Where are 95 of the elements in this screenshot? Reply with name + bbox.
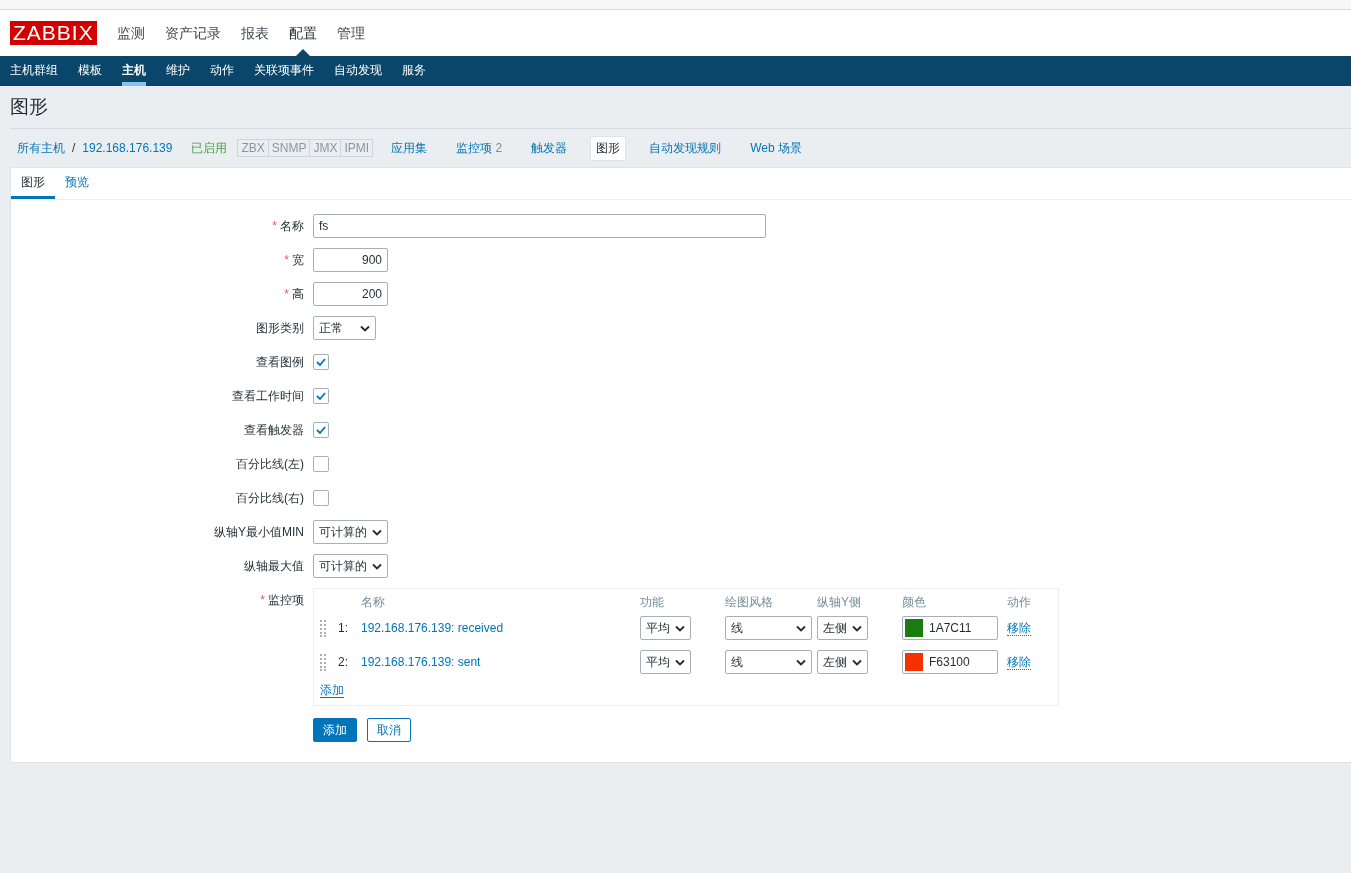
dropdown[interactable]: 左侧 xyxy=(817,650,868,674)
item-link[interactable]: 192.168.176.139: sent xyxy=(361,655,481,669)
row-number: 2: xyxy=(338,655,349,669)
breadcrumb-separator: / xyxy=(72,141,76,155)
host-nav-link[interactable]: 应用集 xyxy=(385,135,434,161)
submenu-item[interactable]: 自动发现 xyxy=(334,56,382,86)
caret-icon xyxy=(852,624,862,632)
field-label: 名称 xyxy=(280,218,304,233)
column-header: 绘图风格 xyxy=(725,593,774,611)
caret-icon xyxy=(372,528,382,536)
field-label: 宽 xyxy=(292,252,304,267)
required-mark: * xyxy=(284,286,289,301)
checkbox[interactable] xyxy=(313,490,329,506)
host-status: 已启用 xyxy=(191,139,228,157)
color-field[interactable]: 1A7C11 xyxy=(902,616,998,640)
page-title: 图形 xyxy=(10,95,48,119)
submenu-item[interactable]: 主机 xyxy=(122,56,146,86)
breadcrumb-link[interactable]: 所有主机 xyxy=(17,139,65,157)
field-label: 百分比线(左) xyxy=(236,456,304,471)
column-header: 功能 xyxy=(640,593,665,611)
field-label: 百分比线(右) xyxy=(236,490,304,505)
checkbox[interactable] xyxy=(313,354,329,370)
submenu-item[interactable]: 维护 xyxy=(166,56,190,86)
menu-item[interactable]: 配置 xyxy=(278,10,327,56)
caret-icon xyxy=(372,562,382,570)
dropdown[interactable]: 平均 xyxy=(640,650,691,674)
caret-icon xyxy=(675,658,685,666)
dropdown[interactable]: 平均 xyxy=(640,616,691,640)
logo[interactable]: ZABBIX xyxy=(10,21,97,45)
drag-handle-icon xyxy=(320,653,326,671)
menu-item[interactable]: 管理 xyxy=(326,10,375,56)
submenu-item[interactable]: 动作 xyxy=(210,56,234,86)
required-mark: * xyxy=(260,593,265,607)
menu-item[interactable]: 报表 xyxy=(230,10,279,56)
checkbox[interactable] xyxy=(313,456,329,472)
host-nav-link[interactable]: 自动发现规则 xyxy=(643,135,728,161)
interface-label: IPMI xyxy=(343,140,371,156)
dropdown[interactable]: 可计算的 xyxy=(313,554,388,578)
remove-link[interactable]: 移除 xyxy=(1007,620,1031,636)
color-field[interactable]: F63100 xyxy=(902,650,998,674)
dropdown[interactable]: 可计算的 xyxy=(313,520,388,544)
required-mark: * xyxy=(272,218,277,233)
host-nav-link[interactable]: 触发器 xyxy=(525,135,574,161)
field-label: 纵轴Y最小值MIN xyxy=(214,524,304,539)
dropdown[interactable]: 线 xyxy=(725,616,812,640)
check-icon xyxy=(316,358,326,366)
row-number: 1: xyxy=(338,621,349,635)
checkbox[interactable] xyxy=(313,422,329,438)
cancel-button[interactable]: 取消 xyxy=(367,718,411,742)
field-label: 监控项 xyxy=(268,593,304,607)
submenu-item[interactable]: 主机群组 xyxy=(10,56,58,86)
host-nav-link[interactable]: Web 场景 xyxy=(744,135,808,161)
host-nav-link[interactable]: 监控项 2 xyxy=(450,135,509,161)
remove-link[interactable]: 移除 xyxy=(1007,654,1031,670)
caret-icon xyxy=(675,624,685,632)
required-mark: * xyxy=(284,252,289,267)
dropdown[interactable]: 线 xyxy=(725,650,812,674)
field-label: 图形类别 xyxy=(256,320,304,335)
check-icon xyxy=(316,426,326,434)
check-icon xyxy=(316,392,326,400)
add-button[interactable]: 添加 xyxy=(313,718,357,742)
field-label: 查看图例 xyxy=(256,354,304,369)
dropdown[interactable]: 正常 xyxy=(313,316,376,340)
dropdown[interactable]: 左侧 xyxy=(817,616,868,640)
caret-icon xyxy=(796,624,806,632)
item-link[interactable]: 192.168.176.139: received xyxy=(361,621,504,635)
caret-icon xyxy=(852,658,862,666)
field-label: 查看工作时间 xyxy=(232,388,304,403)
submenu-item[interactable]: 模板 xyxy=(78,56,102,86)
add-link[interactable]: 添加 xyxy=(320,683,344,698)
caret-icon xyxy=(796,658,806,666)
caret-icon xyxy=(360,324,370,332)
submenu-item[interactable]: 服务 xyxy=(402,56,426,86)
field-label: 查看触发器 xyxy=(244,422,304,437)
form-tab[interactable]: 预览 xyxy=(55,168,99,199)
field-label: 纵轴最大值 xyxy=(244,558,304,573)
column-header: 动作 xyxy=(1007,593,1032,611)
host-nav-link[interactable]: 图形 xyxy=(590,135,627,161)
breadcrumb-link[interactable]: 192.168.176.139 xyxy=(82,141,173,155)
interface-label: JMX xyxy=(310,140,342,156)
interface-label: SNMP xyxy=(268,140,311,156)
checkbox[interactable] xyxy=(313,388,329,404)
column-header: 名称 xyxy=(361,593,386,611)
number-field[interactable]: 200 xyxy=(313,282,388,306)
submenu-item[interactable]: 关联项事件 xyxy=(254,56,314,86)
column-header: 颜色 xyxy=(902,593,927,611)
field-label: 高 xyxy=(292,286,304,301)
form-tab[interactable]: 图形 xyxy=(11,168,55,199)
column-header: 纵轴Y侧 xyxy=(817,593,862,611)
drag-handle-icon xyxy=(320,619,326,637)
interface-label: ZBX xyxy=(238,140,269,156)
menu-item[interactable]: 监测 xyxy=(106,10,155,56)
number-field[interactable]: 900 xyxy=(313,248,388,272)
menu-item[interactable]: 资产记录 xyxy=(154,10,231,56)
text-field[interactable]: fs xyxy=(313,214,766,238)
